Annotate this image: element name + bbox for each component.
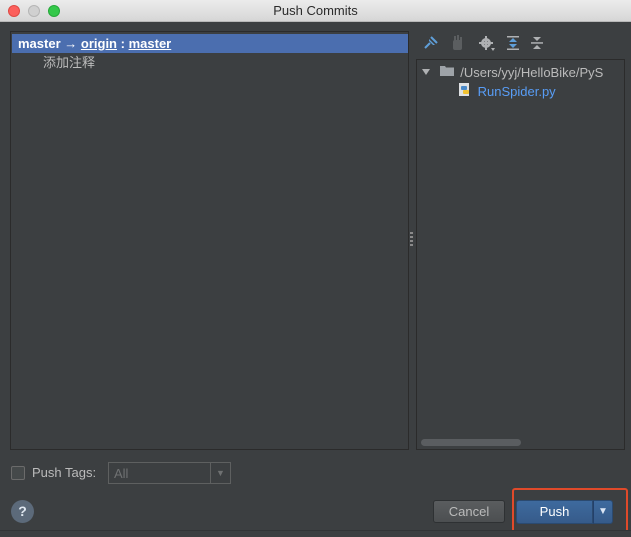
window-title: Push Commits xyxy=(273,3,358,18)
push-dropdown-button[interactable]: ▼ xyxy=(593,500,613,524)
help-button[interactable]: ? xyxy=(11,500,34,523)
folder-icon xyxy=(439,64,455,82)
remote-separator: : xyxy=(120,36,125,51)
panel-splitter-handle[interactable] xyxy=(410,232,413,246)
gear-icon[interactable] xyxy=(478,34,496,52)
pin-icon[interactable] xyxy=(422,34,440,52)
title-bar: Push Commits xyxy=(0,0,631,22)
horizontal-scrollbar[interactable] xyxy=(421,439,521,446)
push-tags-checkbox[interactable] xyxy=(11,466,25,480)
collapse-all-icon[interactable] xyxy=(528,34,546,52)
remote-branch-link[interactable]: master xyxy=(129,36,172,51)
cancel-button[interactable]: Cancel xyxy=(433,500,505,523)
push-button[interactable]: Push xyxy=(516,500,593,524)
push-tags-label: Push Tags: xyxy=(32,465,97,480)
changed-files-tree: /Users/yyj/HelloBike/PyS RunSpider.py xyxy=(416,59,625,450)
files-toolbar xyxy=(420,34,620,54)
file-name: RunSpider.py xyxy=(477,84,556,99)
chevron-down-icon: ▼ xyxy=(598,506,608,517)
push-tags-value: All xyxy=(114,466,129,481)
folder-path: /Users/yyj/HelloBike/PyS xyxy=(460,64,604,80)
tree-file-row[interactable]: RunSpider.py xyxy=(457,82,556,100)
push-tags-select[interactable]: All ▼ xyxy=(108,462,231,484)
hand-icon[interactable] xyxy=(448,34,466,52)
push-arrow: → xyxy=(64,36,78,51)
python-file-icon xyxy=(457,82,472,102)
tree-folder-row[interactable]: /Users/yyj/HelloBike/PyS xyxy=(421,63,603,81)
branch-push-row[interactable]: master → origin : master xyxy=(12,34,408,53)
expand-triangle-icon[interactable] xyxy=(421,64,431,82)
chevron-down-icon[interactable]: ▼ xyxy=(210,463,230,483)
commit-item[interactable]: 添加注释 xyxy=(43,55,95,71)
commits-panel: master → origin : master 添加注释 xyxy=(10,31,409,450)
expand-all-icon[interactable] xyxy=(504,34,522,52)
remote-link[interactable]: origin xyxy=(81,36,117,51)
local-branch-label: master xyxy=(18,36,61,51)
